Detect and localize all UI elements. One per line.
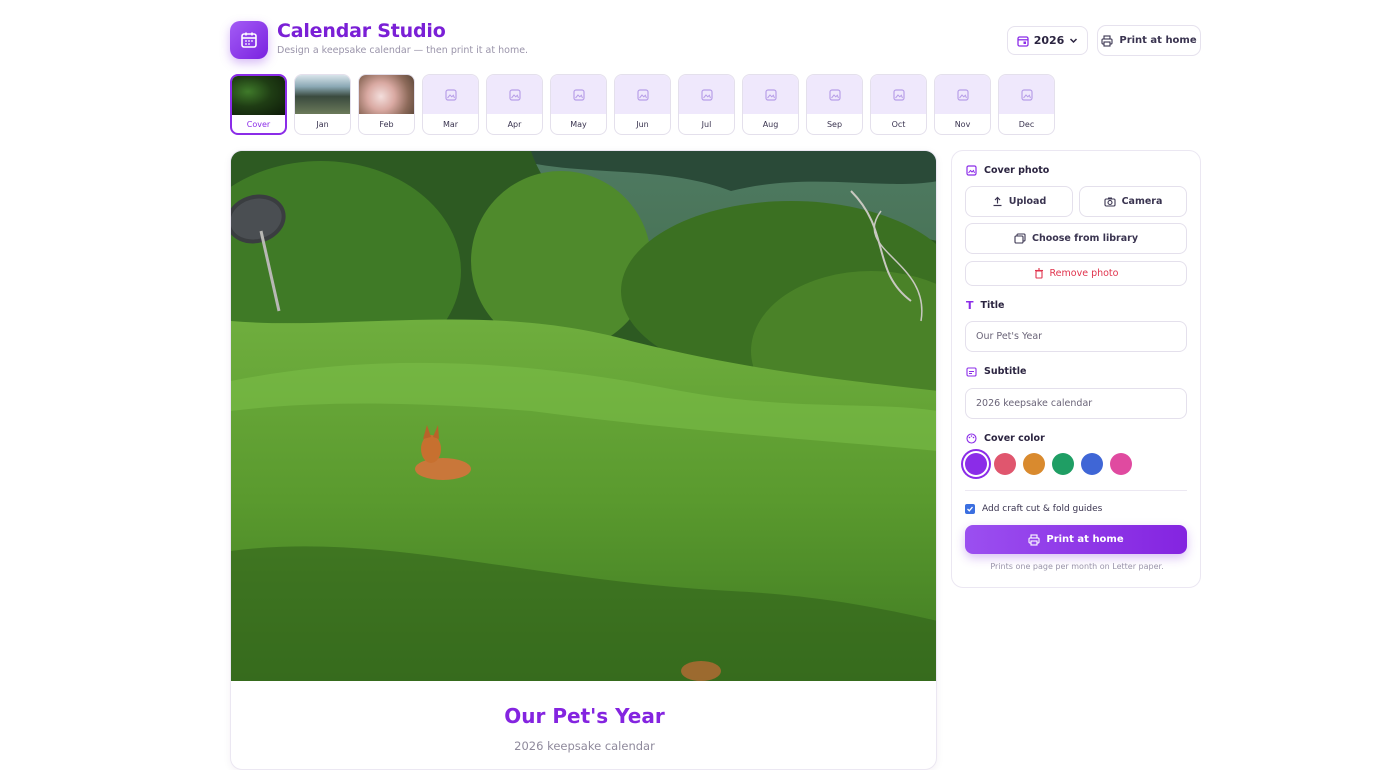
image-placeholder-icon [423, 75, 478, 114]
choose-library-button[interactable]: Choose from library [965, 223, 1187, 254]
printer-icon [1101, 34, 1113, 47]
title-label: Title [980, 300, 1005, 311]
month-thumb-label: Jan [316, 119, 329, 129]
image-placeholder-icon [935, 75, 990, 114]
color-swatch[interactable] [1023, 453, 1045, 475]
month-thumb-feb[interactable]: Feb [358, 74, 415, 135]
remove-photo-label: Remove photo [1049, 268, 1119, 279]
month-thumb-photo [295, 75, 350, 114]
upload-label: Upload [1008, 196, 1047, 207]
subtitle-input[interactable] [965, 388, 1187, 419]
month-thumb-dec[interactable]: Dec [998, 74, 1055, 135]
image-placeholder-icon [871, 75, 926, 114]
image-placeholder-icon [679, 75, 734, 114]
print-at-home-button[interactable]: Print at home [1097, 25, 1201, 56]
cover-preview: Our Pet's Year 2026 keepsake calendar [230, 150, 937, 770]
month-thumb-oct[interactable]: Oct [870, 74, 927, 135]
image-placeholder-icon [615, 75, 670, 114]
printer-icon [1028, 533, 1040, 546]
remove-photo-button[interactable]: Remove photo [965, 261, 1187, 286]
palette-icon [966, 433, 977, 444]
color-swatch[interactable] [1052, 453, 1074, 475]
month-thumb-label: Mar [442, 119, 459, 129]
choose-library-label: Choose from library [1031, 233, 1139, 244]
cover-settings-panel: Cover photo Upload Camera Choose from li… [951, 150, 1201, 588]
color-swatch[interactable] [1110, 453, 1132, 475]
cover-title: Our Pet's Year [504, 704, 665, 728]
upload-icon [993, 196, 1002, 207]
month-thumb-jul[interactable]: Jul [678, 74, 735, 135]
month-thumb-label: Feb [379, 119, 394, 129]
month-strip: Cover Jan Feb Mar Apr May Jun Jul Aug Sep Oct Nov De… [230, 74, 1055, 135]
month-thumb-jun[interactable]: Jun [614, 74, 671, 135]
month-thumb-may[interactable]: May [550, 74, 607, 135]
month-thumb-photo [232, 76, 285, 115]
color-swatch[interactable] [994, 453, 1016, 475]
cover-photo-section-label: Cover photo [966, 165, 1049, 176]
color-swatch[interactable] [1081, 453, 1103, 475]
library-icon [1014, 233, 1026, 244]
text-icon: T [966, 299, 974, 312]
month-thumb-label: Nov [954, 119, 971, 129]
month-thumb-label: Jul [701, 119, 712, 129]
month-thumb-label: Oct [891, 119, 906, 129]
trash-icon [1034, 268, 1043, 279]
month-thumb-label: Aug [762, 119, 779, 129]
year-selector[interactable]: 2026 [1007, 26, 1088, 55]
color-swatches [965, 453, 1132, 475]
print-at-home-primary-button[interactable]: Print at home [965, 525, 1187, 554]
calendar-icon [1017, 35, 1029, 47]
month-thumb-label: Dec [1018, 119, 1035, 129]
app-subtitle: Design a keepsake calendar — then print … [277, 45, 529, 56]
cover-photo [231, 151, 936, 681]
upload-button[interactable]: Upload [965, 186, 1073, 217]
camera-button[interactable]: Camera [1079, 186, 1187, 217]
month-thumb-sep[interactable]: Sep [806, 74, 863, 135]
month-thumb-label: Cover [246, 119, 271, 129]
month-thumb-label: May [570, 119, 587, 129]
month-thumb-nov[interactable]: Nov [934, 74, 991, 135]
image-placeholder-icon [487, 75, 542, 114]
subtitle-icon [966, 366, 977, 377]
chevron-down-icon [1070, 38, 1078, 44]
month-thumb-label: Apr [507, 119, 522, 129]
camera-icon [1104, 197, 1116, 207]
craft-guides-label: Add craft cut & fold guides [982, 504, 1103, 514]
camera-label: Camera [1121, 196, 1163, 207]
print-primary-label: Print at home [1046, 534, 1124, 545]
image-icon [966, 165, 977, 176]
month-thumb-jan[interactable]: Jan [294, 74, 351, 135]
image-placeholder-icon [551, 75, 606, 114]
cover-subtitle: 2026 keepsake calendar [514, 739, 655, 753]
calendar-logo-icon [230, 21, 268, 59]
month-thumb-mar[interactable]: Mar [422, 74, 479, 135]
image-placeholder-icon [999, 75, 1054, 114]
cover-photo-label: Cover photo [984, 165, 1050, 176]
cover-color-section-label: Cover color [966, 433, 1045, 444]
subtitle-section-label: Subtitle [966, 366, 1026, 377]
subtitle-label: Subtitle [984, 366, 1027, 377]
print-footnote: Prints one page per month on Letter pape… [990, 562, 1164, 571]
month-thumb-aug[interactable]: Aug [742, 74, 799, 135]
image-placeholder-icon [807, 75, 862, 114]
title-section-label: T Title [966, 299, 1005, 312]
month-thumb-photo [359, 75, 414, 114]
app-title: Calendar Studio [277, 20, 446, 42]
cover-color-label: Cover color [984, 433, 1045, 444]
divider [965, 490, 1187, 491]
color-swatch[interactable] [965, 453, 987, 475]
image-placeholder-icon [743, 75, 798, 114]
month-thumb-label: Sep [826, 119, 843, 129]
print-at-home-label: Print at home [1119, 35, 1197, 46]
month-thumb-label: Jun [636, 119, 649, 129]
year-label: 2026 [1033, 34, 1065, 47]
title-input[interactable] [965, 321, 1187, 352]
month-thumb-cover[interactable]: Cover [230, 74, 287, 135]
month-thumb-apr[interactable]: Apr [486, 74, 543, 135]
craft-guides-checkbox[interactable] [965, 504, 975, 514]
craft-guides-option[interactable]: Add craft cut & fold guides [965, 504, 1102, 514]
